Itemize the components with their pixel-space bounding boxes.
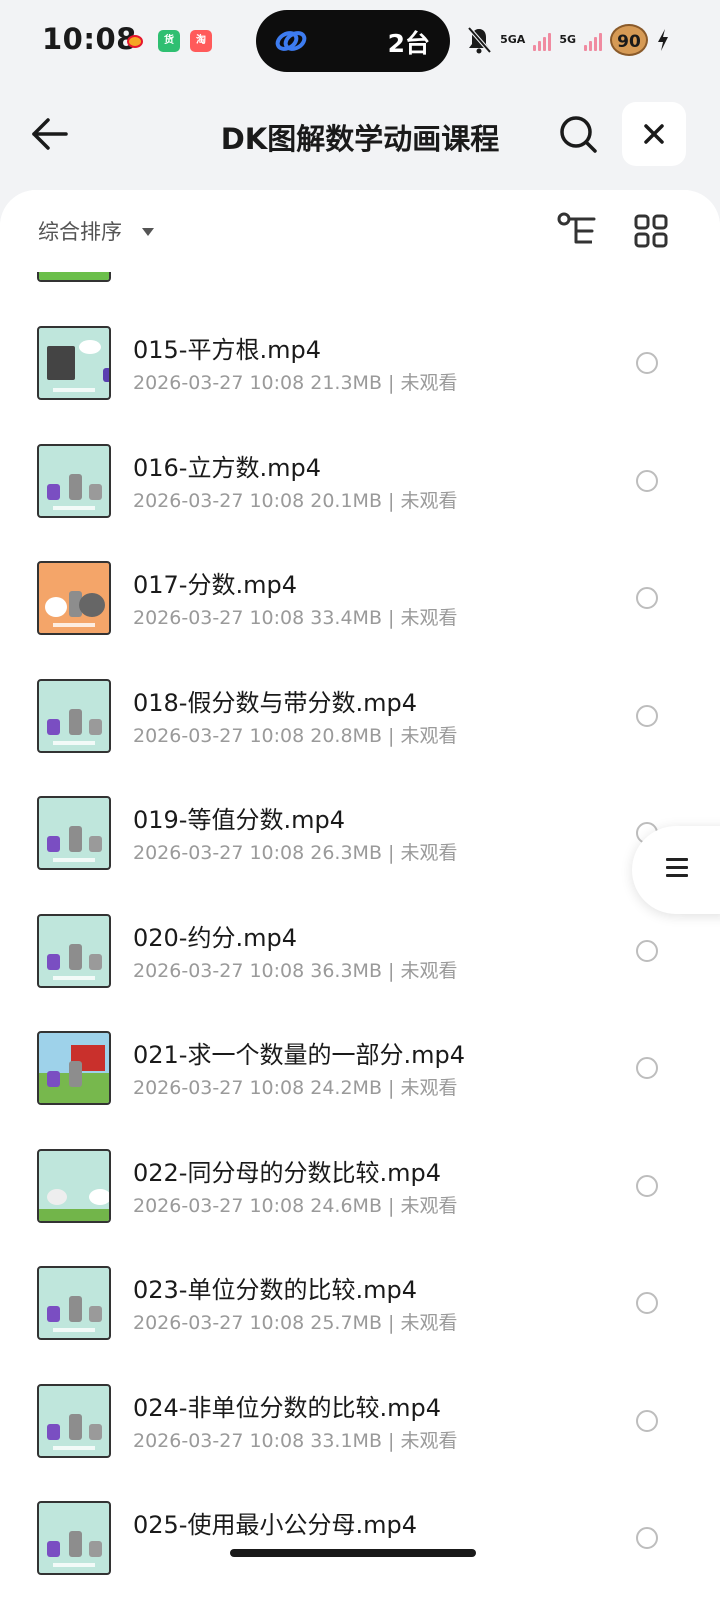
select-radio[interactable] [636,939,658,962]
file-meta: 2026-03-27 10:08 36.3MB | 未观看 [133,959,458,982]
video-thumbnail[interactable] [37,913,111,988]
status-bar: 10:08 货 淘 2台 5GA 5G 90 [0,0,720,84]
file-meta: 2026-03-27 10:08 25.7MB | 未观看 [133,1312,458,1334]
device-count: 2台 [387,29,430,58]
video-thumbnail[interactable] [37,326,111,400]
side-menu-tab[interactable] [632,826,720,914]
file-meta: 2026-03-27 10:08 24.2MB | 未观看 [133,1077,458,1099]
file-meta: 2026-03-27 10:08 24.6MB | 未观看 [133,1194,458,1217]
file-name: 018-假分数与带分数.mp4 [133,688,417,717]
sort-toolbar: 综合排序 [0,190,720,272]
bell-muted-icon [467,26,492,54]
network-label-1: 5GA [500,33,526,46]
file-name: 021-求一个数量的一部分.mp4 [133,1041,465,1069]
file-name: 024-非单位分数的比较.mp4 [133,1393,441,1422]
home-indicator[interactable] [230,1549,476,1557]
close-icon [644,124,664,144]
taobao-icon: 淘 [190,30,212,52]
file-list-sheet: 综合排序 015-平方根.mp4 2026-03-27 10:08 21.3MB … [0,190,720,1600]
caret-down-icon[interactable] [142,228,154,236]
video-thumbnail[interactable] [37,1266,111,1340]
signal-bars-1 [533,29,552,51]
video-thumbnail[interactable] [37,561,111,635]
select-radio[interactable] [636,704,658,727]
video-thumbnail[interactable] [37,796,111,870]
link-icon [275,31,307,51]
charging-bolt-icon [658,29,668,51]
file-name: 020-约分.mp4 [133,923,297,952]
file-name: 022-同分母的分数比较.mp4 [133,1158,441,1187]
file-name: 015-平方根.mp4 [133,336,321,364]
file-meta: 2026-03-27 10:08 33.1MB | 未观看 [133,1429,458,1452]
huo-app-icon: 货 [158,30,180,52]
file-name: 016-立方数.mp4 [133,453,321,482]
file-row[interactable]: 020-约分.mp4 2026-03-27 10:08 36.3MB | 未观看 [0,913,720,1014]
status-indicators: 5GA 5G 90 [466,24,670,56]
signal-bars-2 [584,29,602,51]
select-radio[interactable] [636,352,658,374]
file-row[interactable]: 022-同分母的分数比较.mp4 2026-03-27 10:08 24.6MB … [0,1148,720,1249]
search-icon[interactable] [556,112,600,156]
close-button[interactable] [622,102,686,166]
video-thumbnail[interactable] [37,678,111,753]
video-thumbnail[interactable] [37,1031,111,1105]
status-time: 10:08 [42,22,137,56]
battery-indicator: 90 [610,24,648,56]
file-row[interactable]: 024-非单位分数的比较.mp4 2026-03-27 10:08 33.1MB … [0,1383,720,1484]
file-meta: 2026-03-27 10:08 20.1MB | 未观看 [133,489,458,512]
file-row[interactable]: 017-分数.mp4 2026-03-27 10:08 33.4MB | 未观看 [0,561,720,661]
select-radio[interactable] [636,1527,658,1549]
file-row[interactable]: 016-立方数.mp4 2026-03-27 10:08 20.1MB | 未观看 [0,443,720,544]
header: DK图解数学动画课程 [0,96,720,176]
video-thumbnail[interactable] [37,1148,111,1223]
file-name: 019-等值分数.mp4 [133,806,345,834]
select-radio[interactable] [636,1292,658,1314]
select-radio[interactable] [636,1409,658,1432]
select-radio[interactable] [636,1057,658,1079]
page-title: DK图解数学动画课程 [220,122,500,156]
weibo-icon [124,30,146,52]
dynamic-island-pill[interactable]: 2台 [256,10,450,72]
file-row[interactable]: 018-假分数与带分数.mp4 2026-03-27 10:08 20.8MB |… [0,678,720,779]
file-row[interactable]: 019-等值分数.mp4 2026-03-27 10:08 26.3MB | 未观… [0,796,720,896]
file-row[interactable]: 021-求一个数量的一部分.mp4 2026-03-27 10:08 24.2MB… [0,1031,720,1131]
file-name: 025-使用最小公分母.mp4 [133,1511,417,1539]
file-meta: 2026-03-27 10:08 20.8MB | 未观看 [133,724,458,747]
file-meta: 2026-03-27 10:08 21.3MB | 未观看 [133,372,458,394]
grid-view-icon[interactable] [634,214,668,248]
file-name: 023-单位分数的比较.mp4 [133,1276,417,1304]
file-name: 017-分数.mp4 [133,571,297,599]
select-radio[interactable] [636,587,658,609]
file-meta: 2026-03-27 10:08 33.4MB | 未观看 [133,607,458,629]
video-thumbnail[interactable] [37,1501,111,1575]
file-row[interactable]: 023-单位分数的比较.mp4 2026-03-27 10:08 25.7MB |… [0,1266,720,1366]
video-thumbnail[interactable] [37,443,111,518]
file-row[interactable]: 015-平方根.mp4 2026-03-27 10:08 21.3MB | 未观看 [0,326,720,426]
menu-icon [666,858,688,880]
network-label-2: 5G [559,33,576,46]
tree-view-icon[interactable] [556,212,598,248]
select-radio[interactable] [636,469,658,492]
video-thumbnail[interactable] [37,1383,111,1458]
file-meta: 2026-03-27 10:08 26.3MB | 未观看 [133,842,458,864]
sort-dropdown[interactable]: 综合排序 [38,216,122,246]
select-radio[interactable] [636,1174,658,1197]
